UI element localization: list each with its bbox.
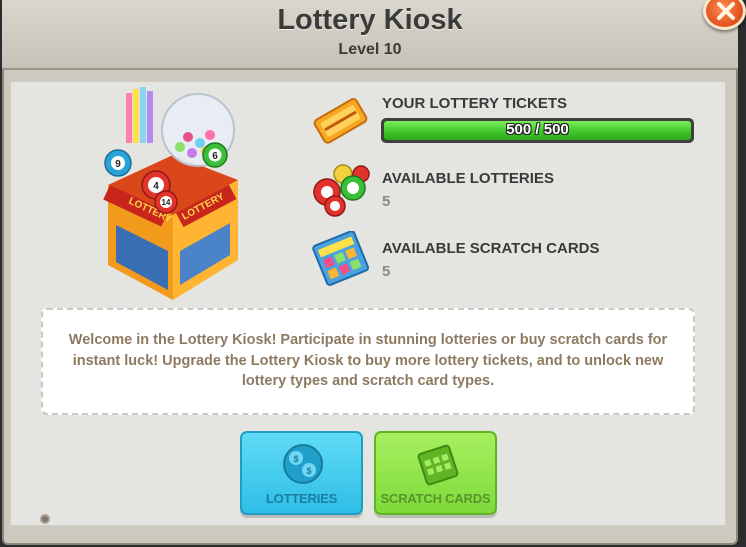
lotteries-count: 5 [382, 193, 391, 210]
svg-text:$: $ [293, 454, 298, 464]
lottery-kiosk-dialog: Lottery Kiosk Level 10 LOTTERY LOTTERY 9 [0, 0, 746, 547]
lottery-ticket-icon [313, 98, 368, 144]
dialog-title: Lottery Kiosk [277, 4, 463, 36]
lottery-kiosk-building-image: LOTTERY LOTTERY 9 4 6 14 [103, 87, 238, 300]
scratch-card-icon [312, 231, 369, 286]
description-box: Welcome in the Lottery Kiosk! Participat… [41, 308, 695, 415]
tickets-label: YOUR LOTTERY TICKETS [382, 95, 568, 112]
scratch-cards-button[interactable]: SCRATCH CARDS [374, 431, 497, 515]
ball-number: 4 [153, 181, 159, 192]
tickets-count: 500 / 500 [506, 121, 569, 138]
description-text: Welcome in the Lottery Kiosk! Participat… [68, 332, 668, 389]
scratch-cards-button-label: SCRATCH CARDS [380, 491, 491, 506]
lotteries-button-label: LOTTERIES [265, 491, 338, 506]
scratch-card-icon [417, 444, 459, 486]
ball-number: 9 [115, 159, 121, 170]
dialog-header: Lottery Kiosk Level 10 [2, 0, 738, 70]
svg-text:$: $ [306, 466, 311, 476]
corner-rivet [40, 514, 50, 524]
scratch-cards-label: AVAILABLE SCRATCH CARDS [382, 240, 600, 257]
lotteries-button[interactable]: $ $ LOTTERIES [240, 431, 363, 515]
ball-number: 14 [162, 198, 171, 207]
scratch-cards-count: 5 [382, 263, 391, 280]
dialog-level: Level 10 [338, 41, 402, 58]
lottery-ball-icon: $ $ [283, 444, 323, 484]
tickets-progress-bar: 500 / 500 [381, 118, 694, 143]
lottery-balls-icon [313, 164, 370, 217]
ball-number: 6 [212, 151, 218, 162]
lotteries-label: AVAILABLE LOTTERIES [382, 170, 554, 187]
close-icon [717, 2, 735, 20]
